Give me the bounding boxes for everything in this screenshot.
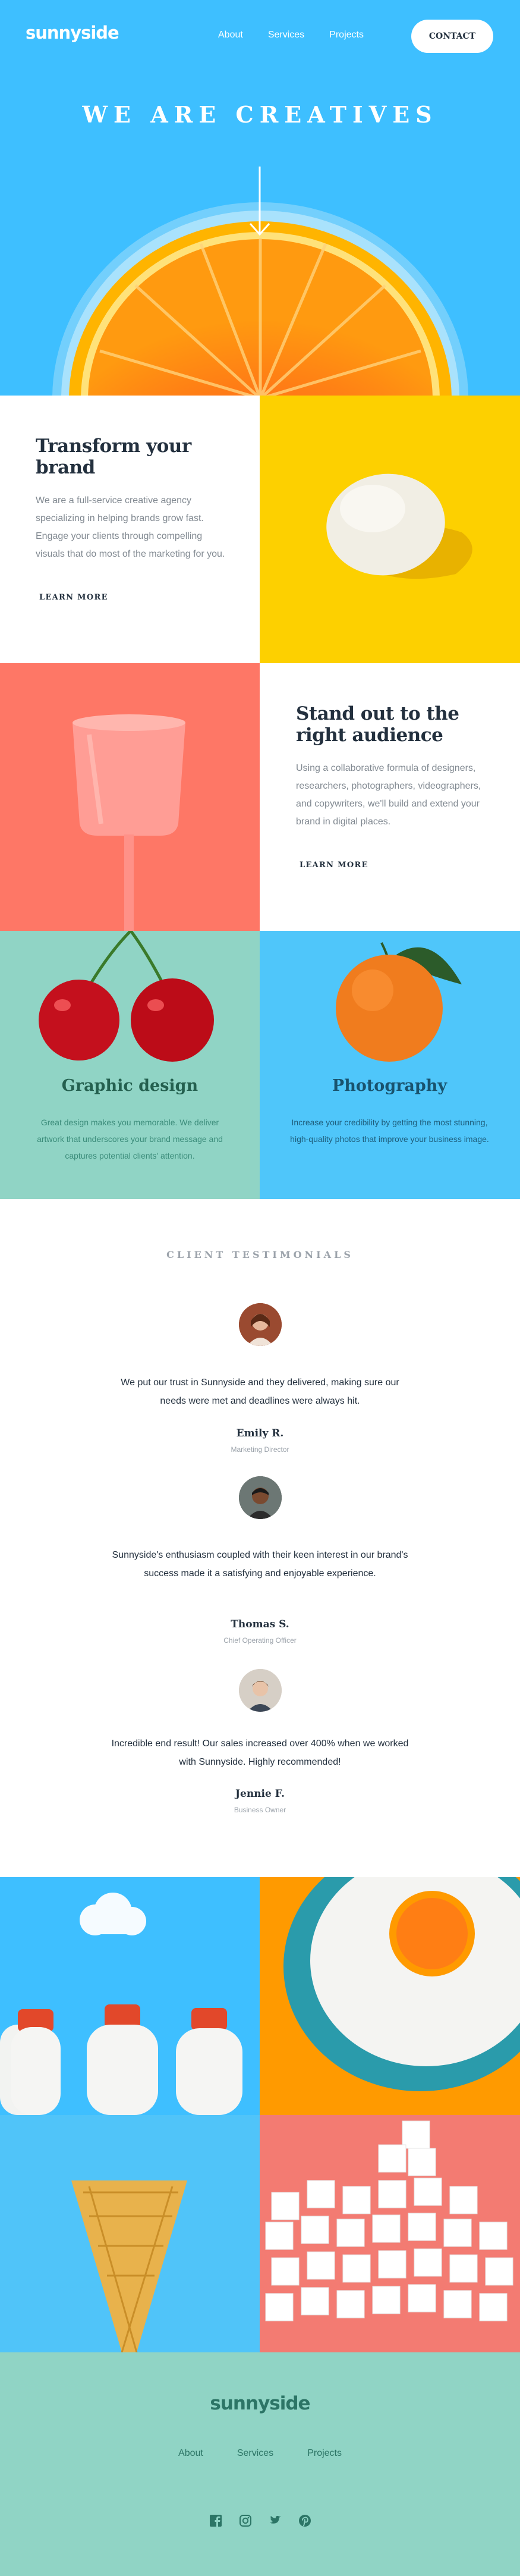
avatar-thomas — [239, 1476, 282, 1519]
testimonial-quote: Sunnyside's enthusiasm coupled with thei… — [112, 1550, 408, 1579]
nav-link-projects[interactable]: Projects — [329, 30, 364, 40]
feature-title: Transform your brand — [36, 435, 191, 478]
service-graphic-design: Graphic design Great design makes you me… — [0, 931, 260, 1199]
testimonials-section: CLIENT TESTIMONIALS We put our trust in … — [0, 1199, 520, 1877]
instagram-icon[interactable] — [239, 2514, 252, 2527]
twitter-icon[interactable] — [269, 2514, 282, 2527]
testimonial-role: Business Owner — [234, 1806, 286, 1814]
service-title: Photography — [332, 1077, 447, 1095]
facebook-icon[interactable] — [209, 2514, 222, 2527]
egg-image — [260, 396, 520, 663]
testimonial-quote: Incredible end result! Our sales increas… — [111, 1739, 409, 1767]
service-text: Increase your credibility by getting the… — [290, 1118, 489, 1144]
service-text: Great design makes you memorable. We del… — [37, 1118, 223, 1160]
hero-title: WE ARE CREATIVES — [82, 101, 438, 128]
contact-button[interactable]: CONTACT — [411, 20, 493, 53]
footer-link-about[interactable]: About — [178, 2448, 203, 2459]
learn-more-link[interactable]: LEARN MORE — [296, 861, 372, 870]
avatar-jennie — [239, 1669, 282, 1712]
footer-link-services[interactable]: Services — [237, 2448, 273, 2459]
gallery-milk-bottles — [0, 1877, 260, 2115]
testimonial-name: Jennie F. — [235, 1788, 285, 1800]
testimonial-name: Emily R. — [236, 1427, 284, 1439]
footer-logo[interactable]: sunnyside — [0, 2393, 520, 2414]
header-logo[interactable]: sunnyside — [26, 23, 119, 43]
nav-link-services[interactable]: Services — [268, 30, 304, 40]
arrow-down-icon[interactable] — [249, 167, 270, 237]
hero-section: sunnyside About Services Projects CONTAC… — [0, 0, 520, 396]
feature-title: Stand out to the right audience — [296, 703, 459, 746]
learn-more-link[interactable]: LEARN MORE — [36, 593, 112, 603]
testimonial-role: Chief Operating Officer — [223, 1636, 297, 1645]
testimonials-heading: CLIENT TESTIMONIALS — [166, 1249, 354, 1260]
gallery-sugar-cubes — [260, 2115, 520, 2352]
cup-image — [0, 663, 260, 931]
header-nav: About Services Projects — [218, 30, 364, 40]
service-photography: Photography Increase your credibility by… — [260, 931, 520, 1199]
footer-link-projects[interactable]: Projects — [307, 2448, 342, 2459]
testimonial-quote: We put our trust in Sunnyside and they d… — [121, 1378, 399, 1406]
social-links — [0, 2514, 520, 2527]
egg-illustration — [326, 473, 472, 579]
footer-nav: About Services Projects — [0, 2448, 520, 2459]
feature-text: Using a collaborative formula of designe… — [296, 763, 481, 827]
feature-stand-out: Stand out to the right audience Using a … — [260, 663, 520, 931]
feature-text: We are a full-service creative agency sp… — [36, 495, 225, 559]
gallery-orange-plate — [260, 1877, 520, 2115]
avatar-emily — [239, 1303, 282, 1346]
gallery-ice-cream-cone — [0, 2115, 260, 2352]
pinterest-icon[interactable] — [298, 2514, 311, 2527]
testimonial-role: Marketing Director — [231, 1445, 289, 1454]
testimonial-name: Thomas S. — [231, 1618, 289, 1630]
footer: sunnyside About Services Projects — [0, 2352, 520, 2576]
feature-transform: Transform your brand We are a full-servi… — [0, 396, 260, 663]
service-title: Graphic design — [61, 1077, 198, 1095]
cup-illustration — [73, 714, 185, 931]
orange-illustration — [336, 942, 462, 1062]
nav-link-about[interactable]: About — [218, 30, 243, 40]
